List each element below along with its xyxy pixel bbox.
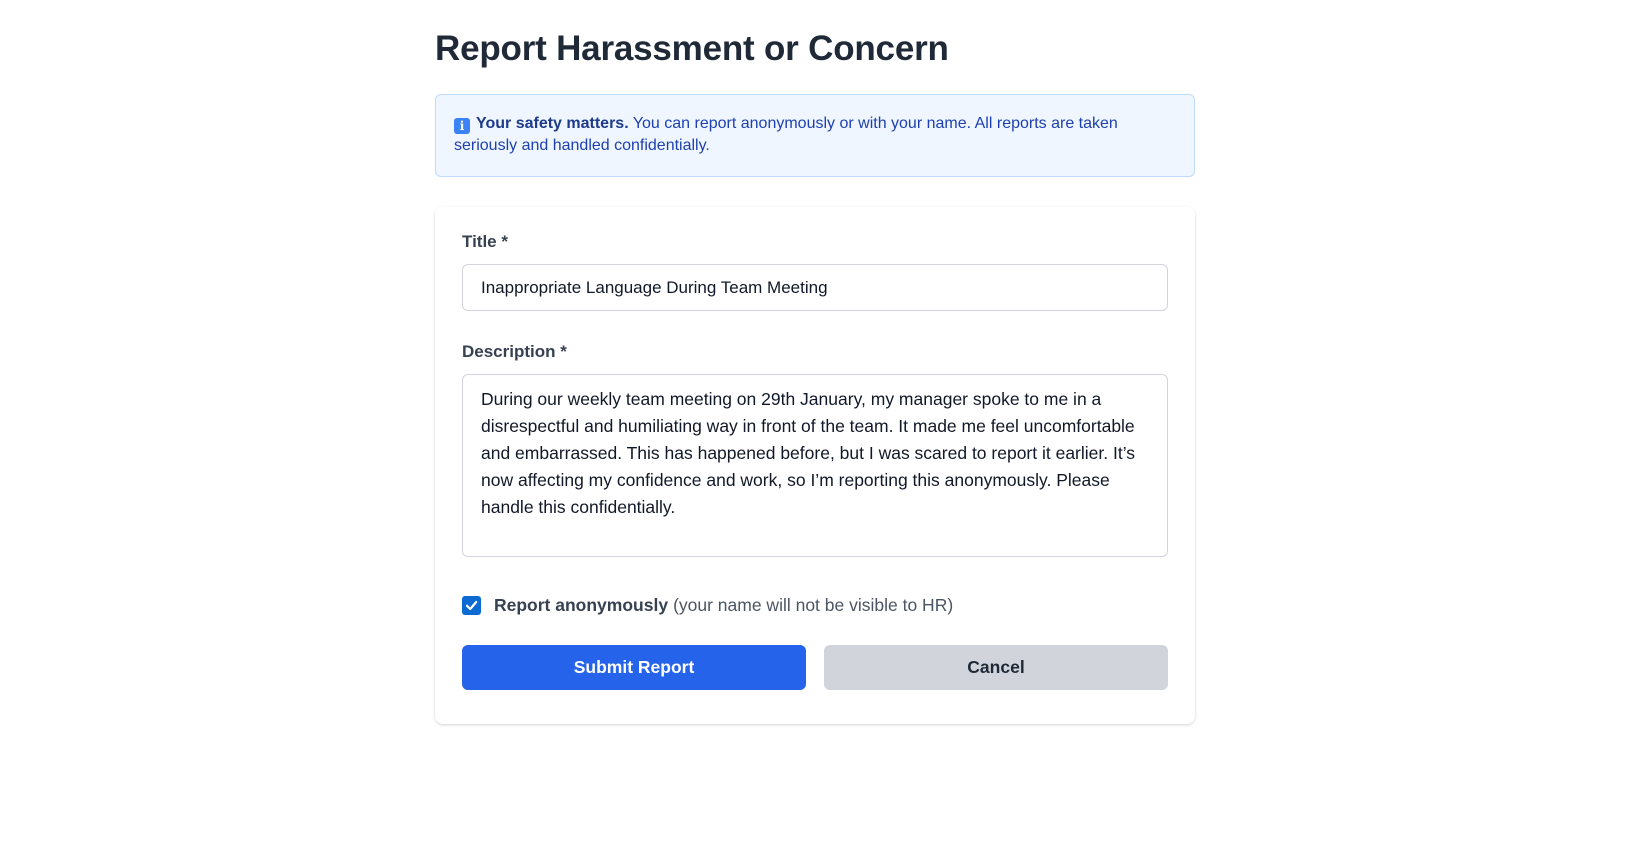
page-title: Report Harassment or Concern [435,29,949,68]
title-label: Title * [462,232,508,251]
cancel-button[interactable]: Cancel [824,645,1168,690]
checkmark-icon [465,600,478,610]
title-input[interactable] [462,264,1168,311]
description-textarea[interactable]: During our weekly team meeting on 29th J… [462,374,1168,557]
submit-report-button[interactable]: Submit Report [462,645,806,690]
safety-notice: i Your safety matters. You can report ano… [435,94,1195,177]
info-icon: i [454,118,470,134]
anonymous-label: Report anonymously [494,595,669,615]
form-actions: Submit Report Cancel [462,645,1168,690]
description-label: Description * [462,342,567,361]
anonymous-option[interactable]: Report anonymously (your name will not b… [462,594,1168,616]
anonymous-hint: (your name will not be visible to HR) [673,595,954,615]
report-page: Report Harassment or Concern i Your safet… [435,28,1195,724]
report-form: Title * Description * During our weekly … [435,207,1195,724]
notice-heading: Your safety matters. [476,115,629,132]
anonymous-checkbox[interactable] [462,595,481,615]
